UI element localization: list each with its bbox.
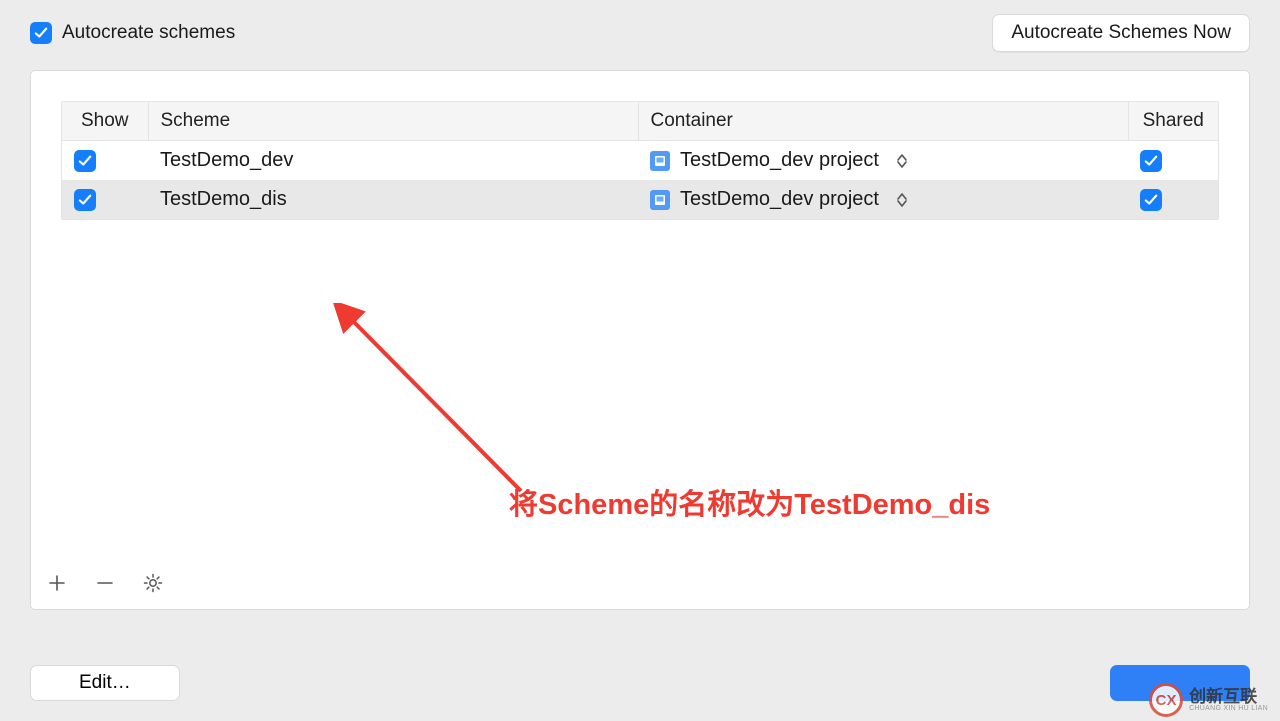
check-icon <box>34 26 48 40</box>
watermark-cn: 创新互联 <box>1189 688 1268 705</box>
header-show[interactable]: Show <box>62 102 148 141</box>
show-checkbox[interactable] <box>74 189 96 211</box>
scheme-cell[interactable]: TestDemo_dis <box>148 180 638 219</box>
header-scheme[interactable]: Scheme <box>148 102 638 141</box>
minus-icon <box>95 573 115 593</box>
header-container[interactable]: Container <box>638 102 1128 141</box>
shared-checkbox[interactable] <box>1140 189 1162 211</box>
check-icon <box>1144 154 1158 168</box>
container-name: TestDemo_dev project <box>680 149 879 172</box>
add-button[interactable] <box>45 571 69 595</box>
chevron-up-down-icon <box>895 152 909 170</box>
autocreate-now-button[interactable]: Autocreate Schemes Now <box>992 14 1250 52</box>
project-icon <box>650 151 670 171</box>
autocreate-checkbox[interactable] <box>30 22 52 44</box>
edit-button[interactable]: Edit… <box>30 665 180 701</box>
shared-checkbox[interactable] <box>1140 150 1162 172</box>
container-cell[interactable]: TestDemo_dev project <box>650 188 1116 211</box>
chevron-up-down-icon <box>895 191 909 209</box>
gear-icon <box>143 573 163 593</box>
watermark: CX 创新互联 CHUANG XIN HU LIAN <box>1149 683 1268 717</box>
plus-icon <box>47 573 67 593</box>
project-icon <box>650 190 670 210</box>
container-name: TestDemo_dev project <box>680 188 879 211</box>
container-cell[interactable]: TestDemo_dev project <box>650 149 1116 172</box>
scheme-cell[interactable]: TestDemo_dev <box>148 141 638 181</box>
show-checkbox[interactable] <box>74 150 96 172</box>
remove-button[interactable] <box>93 571 117 595</box>
table-row[interactable]: TestDemo_dev TestDemo_dev project <box>62 141 1218 181</box>
watermark-logo-icon: CX <box>1149 683 1183 717</box>
check-icon <box>1144 193 1158 207</box>
check-icon <box>78 154 92 168</box>
annotation-text: 将Scheme的名称改为TestDemo_dis <box>509 481 990 523</box>
header-shared[interactable]: Shared <box>1128 102 1218 141</box>
check-icon <box>78 193 92 207</box>
autocreate-label: Autocreate schemes <box>62 22 235 44</box>
table-row[interactable]: TestDemo_dis TestDemo_dev project <box>62 180 1218 219</box>
watermark-en: CHUANG XIN HU LIAN <box>1189 705 1268 712</box>
schemes-panel: Show Scheme Container Shared TestDemo_de… <box>30 70 1250 610</box>
schemes-table: Show Scheme Container Shared TestDemo_de… <box>61 101 1219 220</box>
settings-button[interactable] <box>141 571 165 595</box>
annotation-arrow <box>331 303 551 503</box>
